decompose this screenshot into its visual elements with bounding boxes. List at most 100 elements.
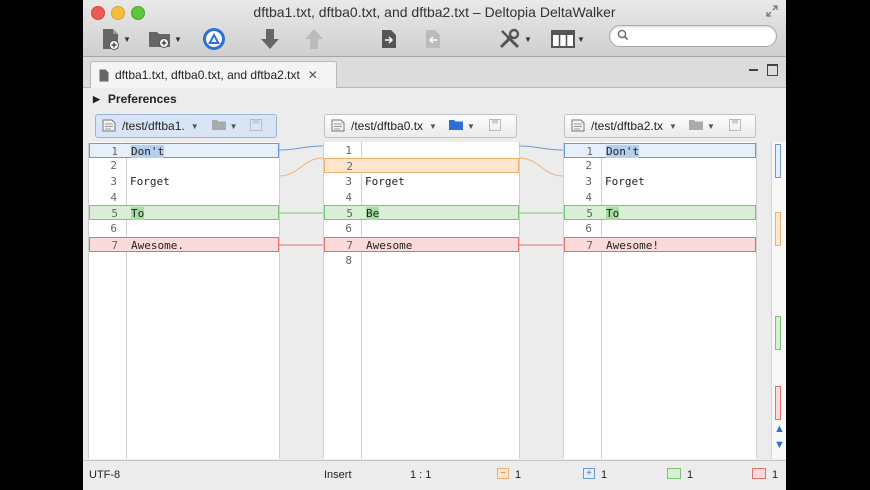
path-label-left: /test/dftba1.: [122, 119, 185, 133]
diff-overview-ruler[interactable]: ▲ ▼: [771, 142, 786, 459]
previous-diff-icon: [305, 29, 323, 49]
next-diff-icon: [261, 29, 279, 49]
folder-icon[interactable]: [448, 118, 464, 134]
new-document-button[interactable]: ▼: [99, 26, 133, 52]
copy-to-right-icon: [382, 30, 396, 48]
file-icon: [571, 118, 587, 135]
line-text: Awesome.: [131, 239, 184, 252]
path-label-center: /test/dftba0.tx: [351, 119, 424, 133]
editor-pane-right[interactable]: 1 Don't 2 3 Forget 4 5 To 6 7 Awesome!: [563, 142, 757, 459]
folder-icon[interactable]: [688, 118, 704, 134]
chevron-down-icon[interactable]: ▼: [669, 122, 677, 131]
chevron-down-icon: ▼: [524, 34, 532, 44]
diff-line[interactable]: 5 To: [564, 205, 756, 220]
diff-connector-right: [519, 145, 563, 246]
save-icon[interactable]: [728, 118, 741, 134]
editor-pane-left[interactable]: 1 Don't 2 3 Forget 4 5 To 6 7 Awesome.: [88, 142, 280, 459]
line-number: 5: [111, 207, 118, 220]
diff-line[interactable]: 1 Don't: [89, 143, 279, 158]
line-text: Awesome!: [606, 239, 659, 252]
app-window: dftba1.txt, dftba0.txt, and dftba2.txt –…: [83, 0, 786, 490]
folder-icon[interactable]: [211, 118, 227, 134]
scroll-down-arrow-icon[interactable]: ▼: [774, 439, 785, 451]
line-number: 7: [346, 239, 353, 252]
line-text: To: [131, 207, 145, 220]
copy-to-left-button[interactable]: [421, 26, 445, 52]
previous-diff-button[interactable]: [301, 26, 327, 52]
chevron-down-icon: ▼: [174, 34, 182, 44]
preferences-toggle[interactable]: ▶ Preferences: [93, 92, 177, 106]
close-tab-icon[interactable]: ✕: [308, 68, 318, 82]
diff-line[interactable]: 6: [324, 221, 519, 236]
tools-button[interactable]: ▼: [497, 26, 533, 52]
chevron-down-icon[interactable]: ▼: [429, 122, 437, 131]
diff-line[interactable]: 7 Awesome.: [89, 237, 279, 252]
diff-line[interactable]: 2: [564, 158, 756, 173]
path-label-right: /test/dftba2.tx: [591, 119, 664, 133]
editor-pane-center[interactable]: 1 2 3 Forget 4 5 Be 6 7 Awesome 8: [323, 142, 520, 459]
new-folder-button[interactable]: ▼: [147, 26, 183, 52]
conflict-count: 1: [515, 469, 522, 481]
diff-line[interactable]: 5 Be: [324, 205, 519, 220]
line-number: 1: [111, 145, 118, 158]
line-number: 2: [585, 159, 592, 172]
tab-comparison[interactable]: dftba1.txt, dftba0.txt, and dftba2.txt ✕: [90, 61, 337, 88]
diff-line[interactable]: 4: [89, 190, 279, 205]
line-number: 3: [345, 175, 352, 188]
deltawalker-button[interactable]: [201, 26, 227, 52]
chevron-down-icon[interactable]: ▼: [707, 122, 715, 131]
path-bar-right[interactable]: /test/dftba2.tx ▼ ▼: [564, 114, 756, 138]
tools-icon: [499, 28, 520, 49]
title-bar: dftba1.txt, dftba0.txt, and dftba2.txt –…: [83, 0, 786, 57]
search-input[interactable]: [632, 28, 771, 44]
added-count: 1: [687, 469, 694, 481]
diff-line[interactable]: 2: [324, 158, 519, 173]
overview-marker-conflict[interactable]: [775, 212, 781, 246]
diff-line[interactable]: 7 Awesome: [324, 237, 519, 252]
diff-line[interactable]: 5 To: [89, 205, 279, 220]
maximize-editor-button[interactable]: [767, 64, 778, 76]
diff-line[interactable]: 4: [324, 190, 519, 205]
save-icon[interactable]: [249, 118, 262, 134]
chevron-down-icon[interactable]: ▼: [230, 122, 238, 131]
line-text: Don't: [606, 145, 640, 158]
copy-to-right-button[interactable]: [377, 26, 401, 52]
new-document-icon: [103, 29, 120, 50]
diff-line[interactable]: 6: [89, 221, 279, 236]
line-text: Awesome: [366, 239, 413, 252]
overview-marker-removed[interactable]: [775, 386, 781, 420]
overview-marker-added[interactable]: [775, 316, 781, 350]
diff-line[interactable]: 1: [324, 143, 519, 158]
chevron-down-icon[interactable]: ▼: [191, 122, 199, 131]
overview-marker-changed[interactable]: [775, 144, 781, 178]
diff-line[interactable]: 3 Forget: [324, 174, 519, 189]
tab-label: dftba1.txt, dftba0.txt, and dftba2.txt: [115, 68, 300, 82]
scroll-up-arrow-icon[interactable]: ▲: [774, 423, 785, 435]
diff-line[interactable]: 8: [324, 253, 519, 268]
search-field[interactable]: [609, 25, 777, 47]
fullscreen-icon[interactable]: [766, 5, 780, 19]
deltawalker-logo-icon: [203, 28, 225, 50]
diff-line[interactable]: 3 Forget: [89, 174, 279, 189]
line-number: 4: [345, 191, 352, 204]
path-bar-center[interactable]: /test/dftba0.tx ▼ ▼: [324, 114, 517, 138]
diff-line[interactable]: 2: [89, 158, 279, 173]
diff-line[interactable]: 6: [564, 221, 756, 236]
next-diff-button[interactable]: [257, 26, 283, 52]
line-number: 1: [345, 144, 352, 157]
document-icon: [99, 69, 109, 81]
changed-count-icon: +: [583, 468, 595, 479]
diff-line[interactable]: 7 Awesome!: [564, 237, 756, 252]
window-title: dftba1.txt, dftba0.txt, and dftba2.txt –…: [253, 4, 616, 20]
chevron-down-icon[interactable]: ▼: [467, 122, 475, 131]
line-number: 7: [111, 239, 118, 252]
diff-line[interactable]: 3 Forget: [564, 174, 756, 189]
save-icon[interactable]: [488, 118, 501, 134]
path-bar-left[interactable]: /test/dftba1. ▼ ▼: [95, 114, 277, 138]
diff-line[interactable]: 1 Don't: [564, 143, 756, 158]
layout-button[interactable]: ▼: [549, 26, 587, 52]
line-text: Forget: [605, 175, 645, 188]
line-text: Forget: [365, 175, 405, 188]
diff-line[interactable]: 4: [564, 190, 756, 205]
minimize-editor-button[interactable]: [749, 66, 758, 71]
